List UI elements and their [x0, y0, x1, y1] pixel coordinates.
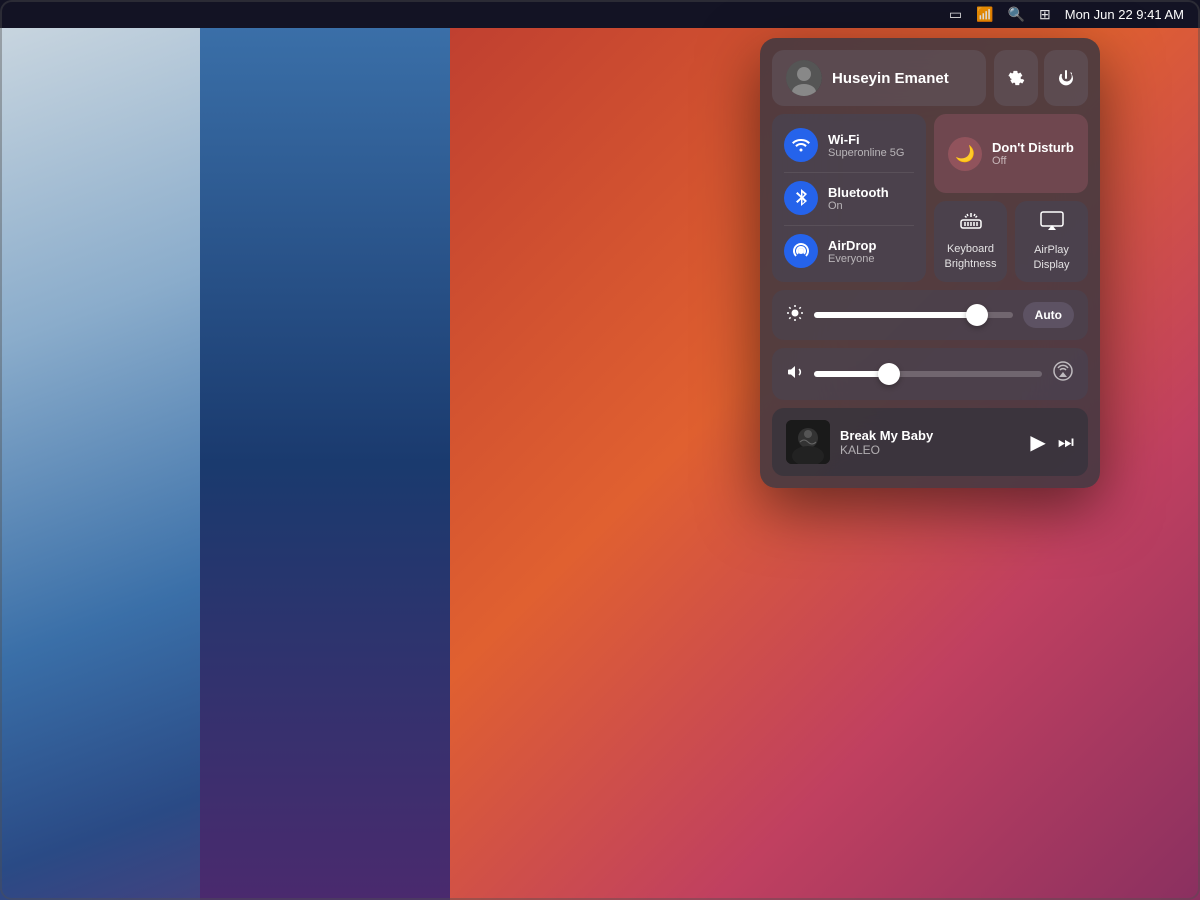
do-not-disturb-sub: Off — [992, 155, 1074, 167]
wifi-sub: Superonline 5G — [828, 147, 904, 159]
settings-button[interactable] — [994, 50, 1038, 106]
playback-controls: ▶ ⏭ — [1030, 430, 1074, 455]
do-not-disturb-button[interactable]: 🌙 Don't Disturb Off — [934, 114, 1088, 193]
control-center-panel: Huseyin Emanet — [760, 38, 1100, 488]
play-button[interactable]: ▶ — [1030, 430, 1045, 455]
auto-button[interactable]: Auto — [1023, 302, 1074, 328]
battery-icon: ▭ — [949, 6, 962, 23]
user-row: Huseyin Emanet — [772, 50, 1088, 106]
keyboard-brightness-button[interactable]: KeyboardBrightness — [934, 201, 1007, 282]
airplay-audio-icon[interactable] — [1052, 360, 1074, 388]
airplay-display-icon — [1040, 211, 1064, 237]
airdrop-label: AirDrop Everyone — [828, 238, 876, 265]
network-grid: Wi-Fi Superonline 5G Bluetooth On — [772, 114, 1088, 282]
track-info: Break My Baby KALEO — [840, 428, 1020, 457]
track-artist: KALEO — [840, 443, 1020, 457]
do-not-disturb-icon: 🌙 — [948, 137, 982, 171]
control-center-icon[interactable]: ⊞ — [1039, 6, 1051, 23]
volume-icon — [786, 363, 804, 386]
now-playing-row: Break My Baby KALEO ▶ ⏭ — [772, 408, 1088, 476]
bluetooth-item[interactable]: Bluetooth On — [784, 172, 914, 219]
wifi-label: Wi-Fi Superonline 5G — [828, 132, 904, 159]
bluetooth-name: Bluetooth — [828, 185, 889, 200]
airplay-display-label: AirPlayDisplay — [1033, 243, 1069, 272]
search-icon[interactable]: 🔍 — [1008, 6, 1025, 23]
user-name-label: Huseyin Emanet — [832, 70, 949, 87]
fast-forward-button[interactable]: ⏭ — [1058, 432, 1074, 453]
keyboard-brightness-icon — [959, 212, 983, 236]
airdrop-name: AirDrop — [828, 238, 876, 253]
album-art — [786, 420, 830, 464]
avatar — [786, 60, 822, 96]
airdrop-item[interactable]: AirDrop Everyone — [784, 225, 914, 272]
airdrop-sub: Everyone — [828, 253, 876, 265]
airdrop-icon-circle — [784, 234, 818, 268]
bluetooth-icon-circle — [784, 181, 818, 215]
track-name: Break My Baby — [840, 428, 1020, 443]
wifi-name: Wi-Fi — [828, 132, 904, 147]
menu-bar: ▭ 📶 🔍 ⊞ Mon Jun 22 9:41 AM — [0, 0, 1200, 28]
do-not-disturb-label: Don't Disturb Off — [992, 140, 1074, 167]
brightness-track[interactable] — [814, 312, 1013, 318]
system-buttons — [994, 50, 1088, 106]
small-buttons-row: KeyboardBrightness AirPlayDisplay — [934, 201, 1088, 282]
user-info-button[interactable]: Huseyin Emanet — [772, 50, 986, 106]
keyboard-brightness-label: KeyboardBrightness — [945, 242, 997, 271]
menubar-right-items: ▭ 📶 🔍 ⊞ Mon Jun 22 9:41 AM — [949, 6, 1184, 23]
do-not-disturb-name: Don't Disturb — [992, 140, 1074, 155]
volume-slider-row — [772, 348, 1088, 400]
brightness-icon — [786, 304, 804, 327]
bluetooth-label: Bluetooth On — [828, 185, 889, 212]
airplay-display-button[interactable]: AirPlayDisplay — [1015, 201, 1088, 282]
wifi-icon-circle — [784, 128, 818, 162]
network-right-panel: 🌙 Don't Disturb Off — [934, 114, 1088, 282]
bluetooth-sub: On — [828, 200, 889, 212]
brightness-slider-row: Auto — [772, 290, 1088, 340]
menubar-datetime: Mon Jun 22 9:41 AM — [1065, 7, 1184, 22]
wifi-item[interactable]: Wi-Fi Superonline 5G — [784, 124, 914, 166]
volume-track[interactable] — [814, 371, 1042, 377]
wifi-icon: 📶 — [976, 6, 993, 23]
power-button[interactable] — [1044, 50, 1088, 106]
network-left-panel: Wi-Fi Superonline 5G Bluetooth On — [772, 114, 926, 282]
